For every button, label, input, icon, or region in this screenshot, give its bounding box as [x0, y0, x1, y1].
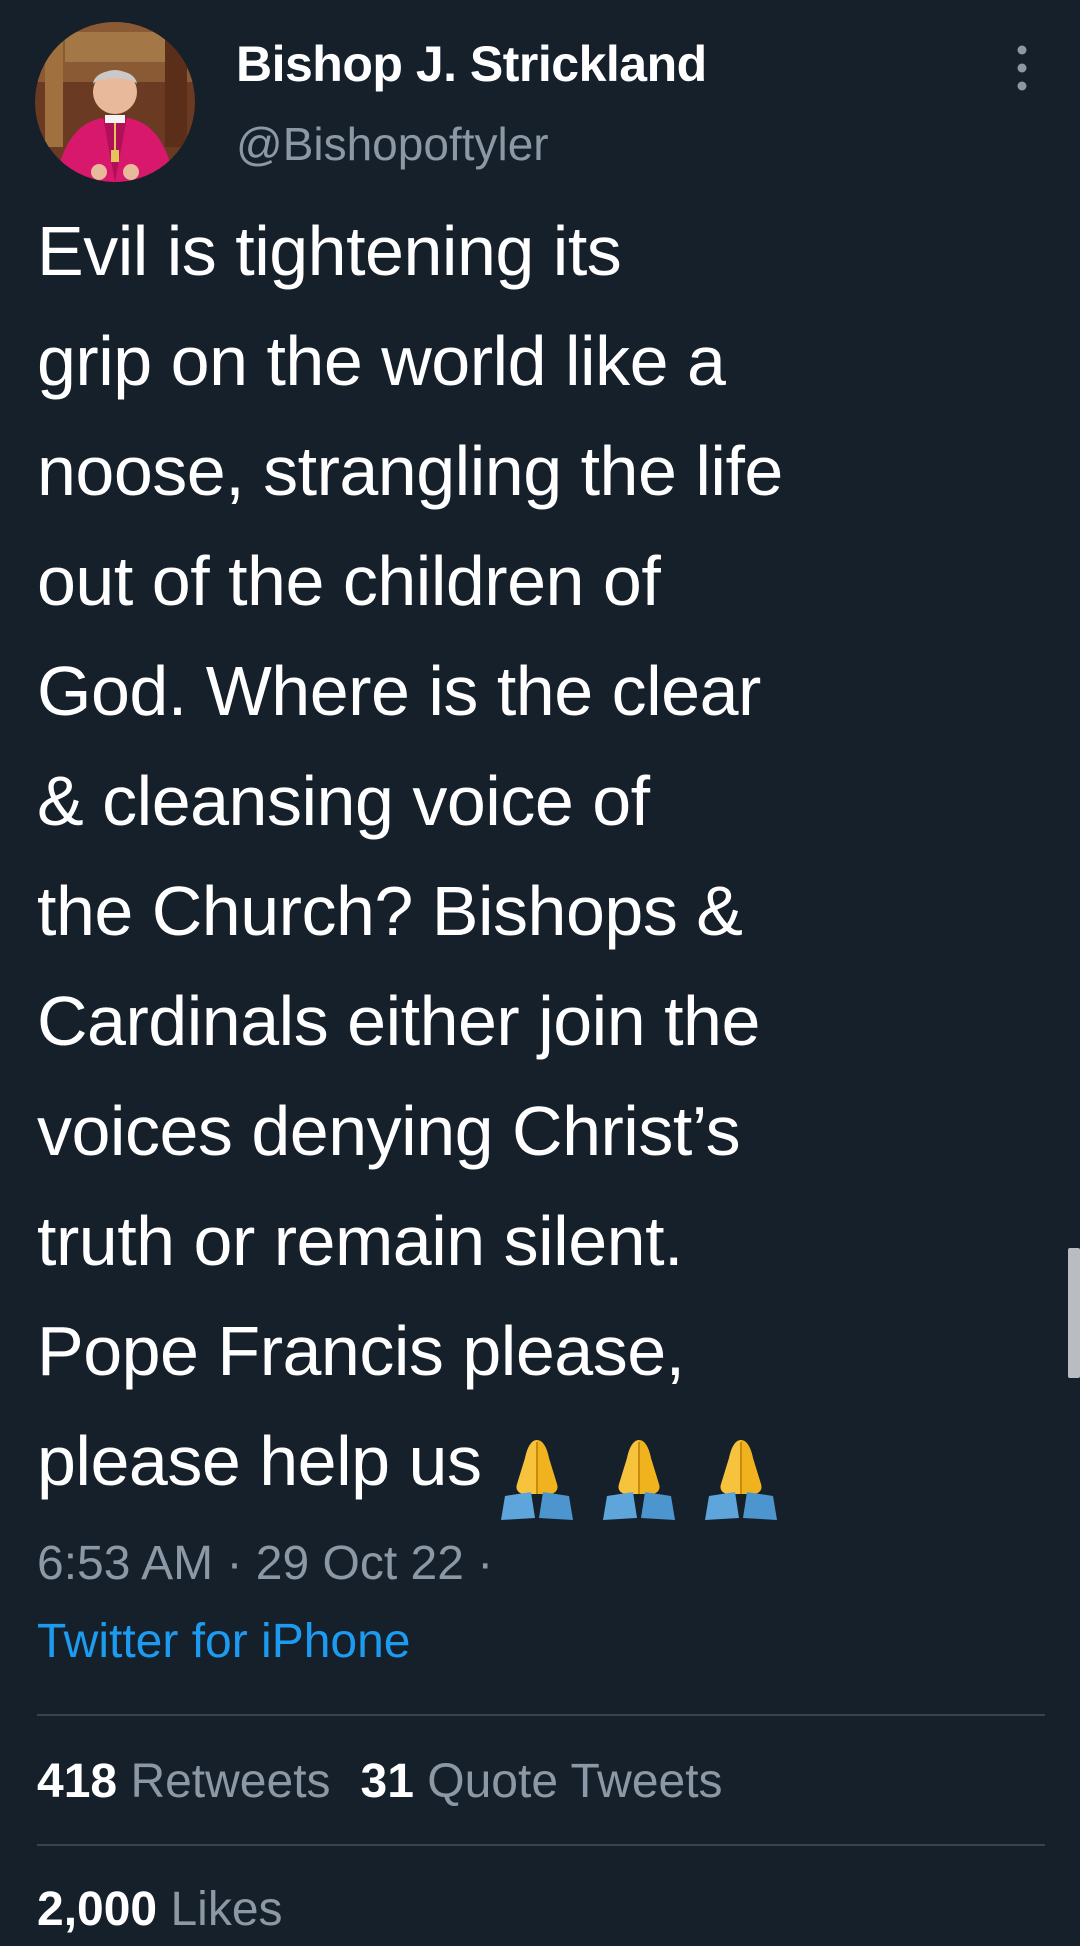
quote-tweets-label: Quote Tweets — [427, 1755, 723, 1808]
folded-hands-icon — [487, 1434, 587, 1524]
tweet-body: Evil is tightening its grip on the world… — [37, 196, 1047, 1524]
divider — [37, 1844, 1045, 1846]
likes-stats-row: 2,000 Likes — [37, 1880, 313, 1940]
scrollbar[interactable] — [1068, 1248, 1080, 1378]
retweets-label: Retweets — [130, 1755, 331, 1808]
tweet-text: Evil is tightening its grip on the world… — [37, 212, 783, 1500]
likes-label: Likes — [170, 1883, 283, 1936]
avatar-photo — [35, 22, 195, 182]
quote-tweets-stat[interactable]: 31 Quote Tweets — [361, 1752, 723, 1812]
quote-tweets-count: 31 — [360, 1755, 414, 1808]
emoji-group — [487, 1414, 793, 1524]
folded-hands-icon — [691, 1434, 791, 1524]
author-handle[interactable]: @Bishopoftyler — [236, 116, 549, 172]
tweet-header: Bishop J. Strickland @Bishopoftyler — [0, 0, 1080, 190]
folded-hands-icon — [589, 1434, 689, 1524]
avatar[interactable] — [35, 22, 195, 182]
tweet-timestamp[interactable]: 6:53 AM · 29 Oct 22 · — [37, 1534, 493, 1594]
more-options-button[interactable] — [1000, 40, 1044, 96]
retweets-stat[interactable]: 418 Retweets — [37, 1752, 331, 1812]
divider — [37, 1714, 1045, 1716]
tweet-source-link[interactable]: Twitter for iPhone — [37, 1612, 411, 1672]
author-display-name[interactable]: Bishop J. Strickland — [236, 34, 707, 94]
likes-count: 2,000 — [37, 1883, 158, 1936]
engagement-stats-row: 418 Retweets 31 Quote Tweets — [37, 1752, 753, 1812]
retweets-count: 418 — [37, 1755, 118, 1808]
vertical-ellipsis-icon — [1017, 45, 1027, 91]
likes-stat[interactable]: 2,000 Likes — [37, 1880, 283, 1940]
